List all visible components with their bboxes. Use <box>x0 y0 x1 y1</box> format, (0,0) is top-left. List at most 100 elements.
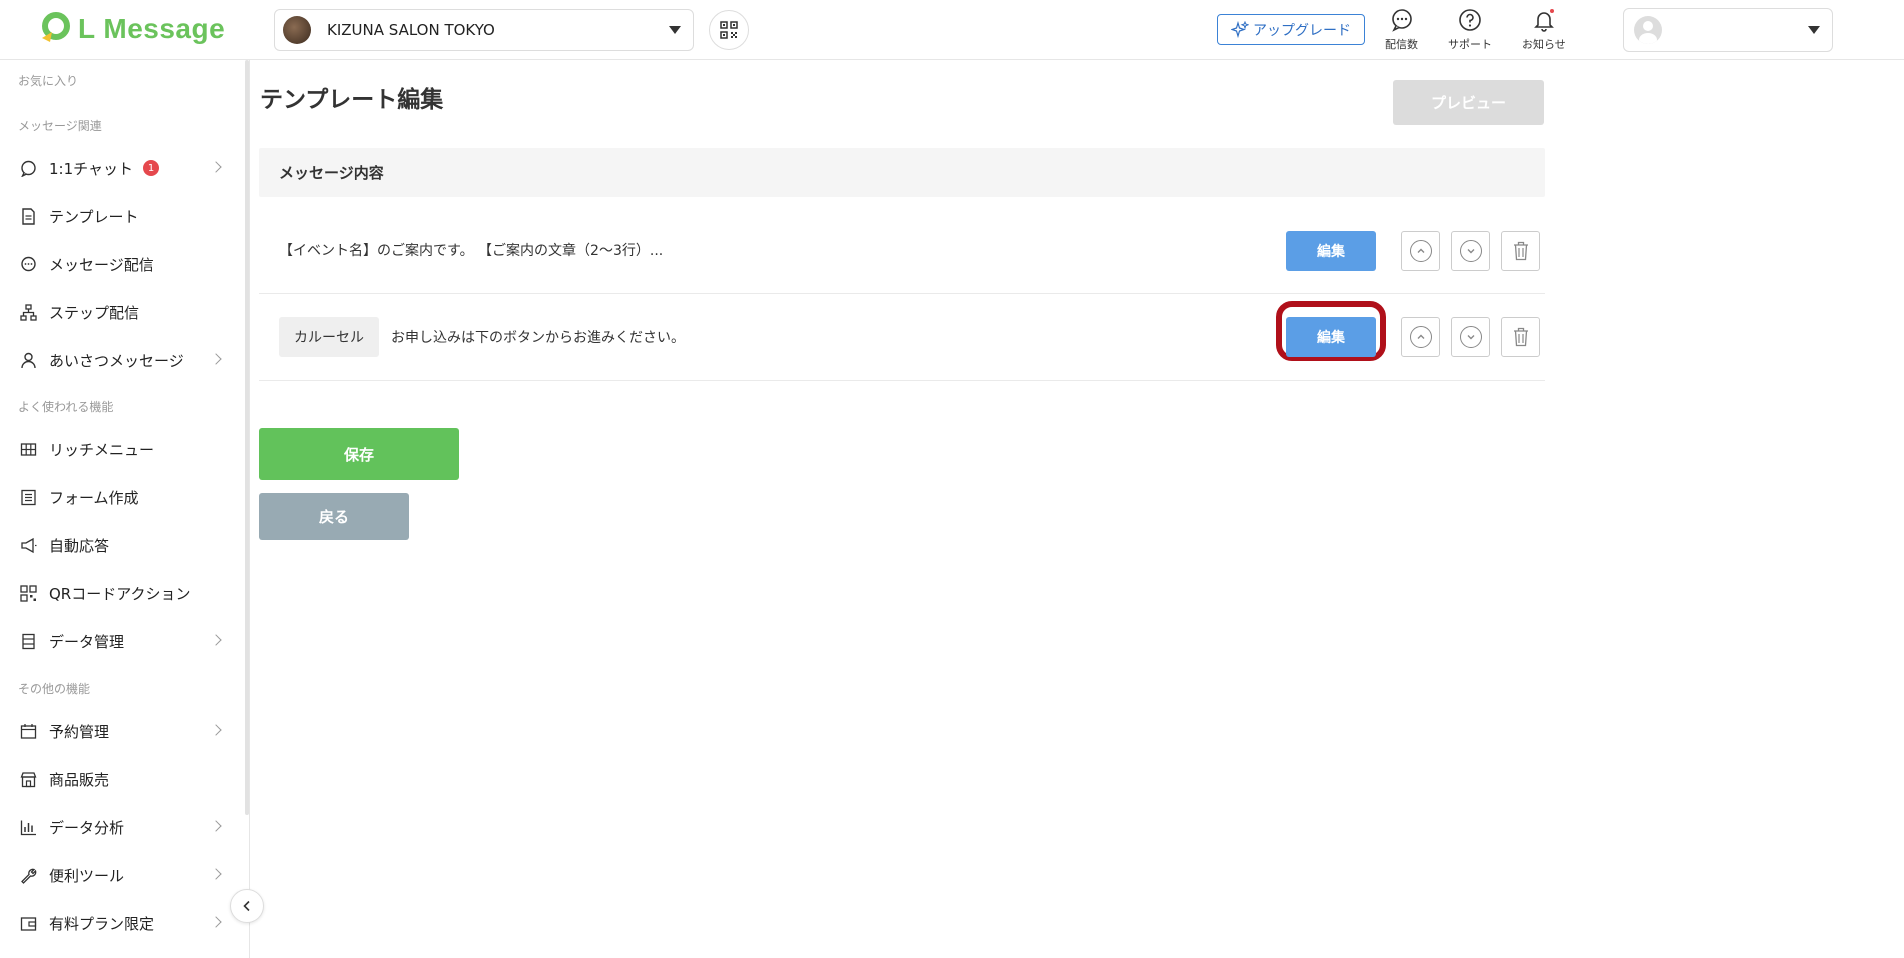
delete-button[interactable] <box>1501 317 1540 357</box>
sidebar-item-label: データ管理 <box>49 632 125 651</box>
save-button[interactable]: 保存 <box>259 428 459 480</box>
chat-bubble-icon <box>1390 8 1414 32</box>
logo[interactable]: L Message <box>38 12 225 46</box>
page-title: テンプレート編集 <box>260 87 444 113</box>
sidebar-item-data-management[interactable]: データ管理 <box>0 621 244 661</box>
section-other: その他の機能 <box>18 682 91 696</box>
sidebar-item-label: ステップ配信 <box>49 303 140 322</box>
sidebar-item-qr-action[interactable]: QRコードアクション <box>0 573 244 613</box>
move-up-button[interactable] <box>1401 231 1440 271</box>
calendar-icon <box>20 723 37 740</box>
hierarchy-icon <box>20 303 37 321</box>
sparkle-icon <box>1231 20 1249 38</box>
avatar <box>1634 16 1662 44</box>
help-icon <box>1458 8 1482 32</box>
chat-icon <box>20 160 37 178</box>
message-text: 【イベント名】のご案内です。 【ご案内の文章（2〜3行）... <box>279 243 664 259</box>
delete-button[interactable] <box>1501 231 1540 271</box>
chevron-up-icon <box>1409 326 1432 348</box>
sidebar-item-label: データ分析 <box>49 818 125 837</box>
chevron-right-icon <box>210 161 222 173</box>
preview-button[interactable]: プレビュー <box>1393 80 1544 125</box>
sidebar-item-product-sales[interactable]: 商品販売 <box>0 759 244 799</box>
chevron-down-icon <box>1459 240 1482 262</box>
chevron-down-icon <box>1808 26 1820 34</box>
chevron-down-icon <box>1459 326 1482 348</box>
sidebar-item-template[interactable]: テンプレート <box>0 196 244 236</box>
megaphone-icon <box>20 537 37 554</box>
sidebar-item-tools[interactable]: 便利ツール <box>0 855 244 895</box>
sidebar-item-label: 1:1チャット <box>49 159 133 178</box>
move-down-button[interactable] <box>1451 317 1490 357</box>
user-icon <box>20 352 37 369</box>
sidebar-item-label: リッチメニュー <box>49 440 155 459</box>
sidebar-item-analytics[interactable]: データ分析 <box>0 807 244 847</box>
sidebar-item-greeting[interactable]: あいさつメッセージ <box>0 340 244 380</box>
sidebar-item-label: 有料プラン限定 <box>49 914 155 933</box>
upgrade-button[interactable]: アップグレード <box>1217 14 1365 45</box>
chevron-right-icon <box>210 724 222 736</box>
message-row: カルーセル お申し込みは下のボタンからお進みください。 編集 <box>259 294 1545 381</box>
chevron-up-icon <box>1409 240 1432 262</box>
sidebar-item-form[interactable]: フォーム作成 <box>0 477 244 517</box>
sidebar-item-step-delivery[interactable]: ステップ配信 <box>0 292 244 332</box>
support-label: サポート <box>1448 38 1492 51</box>
chevron-right-icon <box>210 820 222 832</box>
document-icon <box>20 207 37 225</box>
qr-code-button[interactable] <box>709 10 749 50</box>
chevron-right-icon <box>210 634 222 646</box>
trash-icon <box>1513 327 1528 347</box>
chevron-down-icon <box>669 26 681 34</box>
account-selector[interactable]: KIZUNA SALON TOKYO <box>274 9 694 51</box>
qr-code-icon <box>720 21 738 39</box>
notification-button[interactable]: お知らせ <box>1522 8 1566 52</box>
message-preview: 【イベント名】のご案内です。 【ご案内の文章（2〜3行）... <box>279 207 663 293</box>
message-preview: カルーセル お申し込みは下のボタンからお進みください。 <box>279 294 685 380</box>
upgrade-label: アップグレード <box>1253 22 1351 39</box>
back-button[interactable]: 戻る <box>259 493 409 540</box>
sidebar-item-reservation[interactable]: 予約管理 <box>0 711 244 751</box>
delivery-count-label: 配信数 <box>1385 38 1418 51</box>
top-header: L Message KIZUNA SALON TOKYO アップグレード 配信数… <box>0 0 1904 60</box>
move-down-button[interactable] <box>1451 231 1490 271</box>
chevron-left-icon <box>243 900 250 912</box>
message-row: 【イベント名】のご案内です。 【ご案内の文章（2〜3行）... 編集 <box>259 207 1545 294</box>
chevron-right-icon <box>210 868 222 880</box>
move-up-button[interactable] <box>1401 317 1440 357</box>
edit-button[interactable]: 編集 <box>1286 317 1376 357</box>
carousel-tag: カルーセル <box>279 317 379 357</box>
unread-badge: 1 <box>143 160 159 176</box>
sidebar-item-label: フォーム作成 <box>49 488 139 507</box>
message-content-header: メッセージ内容 <box>259 148 1545 197</box>
bell-icon <box>1532 8 1556 32</box>
sidebar-item-rich-menu[interactable]: リッチメニュー <box>0 429 244 469</box>
trash-icon <box>1513 241 1528 261</box>
message-text: お申し込みは下のボタンからお進みください。 <box>391 330 685 346</box>
store-icon <box>20 771 37 788</box>
logo-text: L Message <box>78 13 226 44</box>
logo-mark-icon <box>38 12 72 46</box>
edit-button[interactable]: 編集 <box>1286 231 1376 271</box>
grid-icon <box>20 441 37 458</box>
delivery-count-button[interactable]: 配信数 <box>1385 8 1418 52</box>
sidebar-item-chat[interactable]: 1:1チャット 1 <box>0 148 244 188</box>
sidebar-item-label: テンプレート <box>49 207 139 226</box>
sidebar-scrollbar[interactable] <box>245 60 249 815</box>
sidebar-item-paid-plan[interactable]: 有料プラン限定 <box>0 903 244 943</box>
section-frequent: よく使われる機能 <box>18 400 114 414</box>
sidebar-item-auto-reply[interactable]: 自動応答 <box>0 525 244 565</box>
sidebar-item-message-delivery[interactable]: メッセージ配信 <box>0 244 244 284</box>
sidebar-item-label: 便利ツール <box>49 866 125 885</box>
sidebar-item-label: 商品販売 <box>49 770 110 789</box>
sidebar-collapse-button[interactable] <box>230 889 264 923</box>
message-icon <box>20 256 37 273</box>
account-name: KIZUNA SALON TOKYO <box>327 21 495 39</box>
user-menu[interactable] <box>1623 8 1833 52</box>
sidebar-item-label: QRコードアクション <box>49 584 191 603</box>
support-button[interactable]: サポート <box>1448 8 1492 52</box>
sidebar-item-label: 予約管理 <box>49 722 110 741</box>
wrench-icon <box>20 867 37 884</box>
database-icon <box>20 633 37 650</box>
wallet-icon <box>20 915 37 932</box>
chevron-right-icon <box>210 353 222 365</box>
